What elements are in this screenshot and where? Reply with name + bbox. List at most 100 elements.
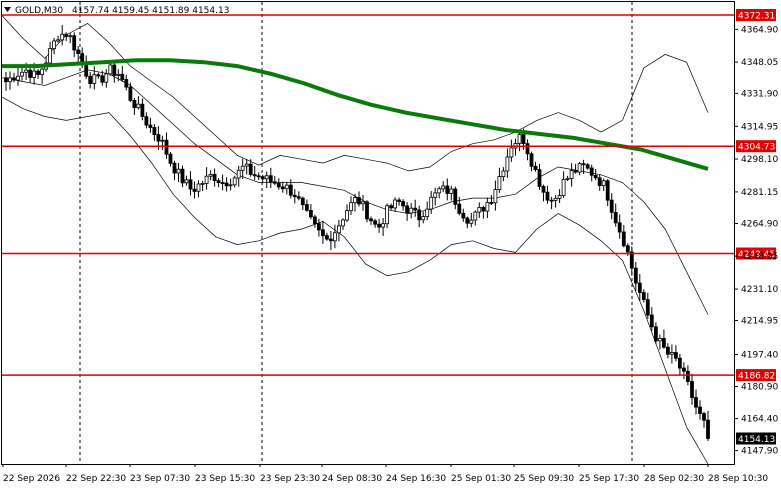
bear-candle xyxy=(694,397,698,408)
bear-candle xyxy=(220,182,225,185)
bull-candle xyxy=(670,352,674,355)
bull-candle xyxy=(561,178,566,196)
current-price-tag: 4154.13 xyxy=(736,432,776,445)
bull-candle xyxy=(477,206,482,213)
y-tick-label: 4231.10 xyxy=(741,285,778,295)
bull-candle xyxy=(136,103,141,109)
bull-candle xyxy=(208,173,213,177)
bear-candle xyxy=(316,223,321,231)
bull-candle xyxy=(200,182,205,185)
bull-candle xyxy=(184,179,189,184)
bear-candle xyxy=(84,63,89,77)
bull-candle xyxy=(284,184,289,190)
bull-candle xyxy=(658,337,662,342)
bear-candle xyxy=(537,169,542,187)
bear-candle xyxy=(365,201,369,220)
bear-candle xyxy=(481,206,486,212)
bear-candle xyxy=(401,201,406,207)
bear-candle xyxy=(172,162,177,174)
bull-candle xyxy=(517,134,522,144)
bull-candle xyxy=(240,165,245,171)
y-tick-label: 4298.10 xyxy=(741,155,778,165)
bull-candle xyxy=(509,147,514,158)
bear-candle xyxy=(369,218,373,222)
bull-candle xyxy=(68,35,73,38)
bear-candle xyxy=(545,191,550,201)
bear-candle xyxy=(260,176,265,180)
bull-candle xyxy=(381,223,386,228)
symbol-label: GOLD,M30 xyxy=(15,6,63,16)
bear-candle xyxy=(549,199,554,202)
bear-candle xyxy=(678,357,682,369)
bear-candle xyxy=(216,180,221,184)
bear-candle xyxy=(124,79,129,88)
bull-candle xyxy=(104,73,109,83)
bull-candle xyxy=(421,216,426,221)
bear-candle xyxy=(641,292,646,300)
bear-candle xyxy=(686,370,690,382)
bear-candle xyxy=(304,204,309,211)
bear-candle xyxy=(489,202,494,204)
bull-candle xyxy=(176,168,181,174)
bear-candle xyxy=(248,163,253,175)
bull-candle xyxy=(601,180,606,187)
bull-candle xyxy=(345,210,349,221)
bear-candle xyxy=(605,180,610,201)
bull-candle xyxy=(361,201,365,205)
bull-candle xyxy=(40,68,44,75)
bear-candle xyxy=(629,251,634,269)
bear-candle xyxy=(100,75,105,83)
bear-candle xyxy=(357,197,361,205)
bear-candle xyxy=(698,406,702,414)
bear-candle xyxy=(541,185,546,193)
y-tick-label: 4197.40 xyxy=(741,351,778,361)
bull-candle xyxy=(20,71,24,77)
chart-canvas[interactable]: 4372.314304.734249.454186.82 4364.904348… xyxy=(0,0,781,489)
y-tick-label: 4214.95 xyxy=(741,317,778,327)
bear-candle xyxy=(613,211,618,224)
bull-candle xyxy=(336,225,341,234)
bear-candle xyxy=(373,220,378,225)
bear-candle xyxy=(112,64,117,76)
x-tick-label: 28 Sep 02:30 xyxy=(644,474,704,484)
bull-candle xyxy=(409,207,414,214)
bear-candle xyxy=(64,33,69,37)
bull-candle xyxy=(449,188,454,194)
bear-candle xyxy=(28,69,33,78)
bear-candle xyxy=(581,163,586,166)
bear-candle xyxy=(645,299,650,316)
bull-candle xyxy=(16,75,20,81)
x-tick-label: 22 Sep 2026 xyxy=(3,474,60,484)
bear-candle xyxy=(308,209,313,218)
bull-candle xyxy=(236,169,241,179)
bull-candle xyxy=(425,208,430,218)
bear-candle xyxy=(268,175,273,183)
bear-candle xyxy=(148,124,153,128)
bull-candle xyxy=(264,175,269,180)
y-tick-label: 4180.90 xyxy=(741,383,778,393)
bull-candle xyxy=(56,39,60,42)
bull-candle xyxy=(557,195,562,199)
bear-candle xyxy=(296,196,301,199)
x-tick-label: 24 Sep 16:30 xyxy=(386,474,446,484)
bull-candle xyxy=(32,70,36,78)
bear-candle xyxy=(164,139,169,155)
x-tick-label: 28 Sep 10:30 xyxy=(708,474,768,484)
y-tick-label: 4164.40 xyxy=(741,415,778,425)
current-price-label: 4154.13 xyxy=(738,435,775,445)
level-label: 4372.31 xyxy=(738,12,775,22)
bear-candle xyxy=(690,381,694,398)
x-tick-label: 25 Sep 01:30 xyxy=(451,474,511,484)
bull-candle xyxy=(52,40,56,49)
bear-candle xyxy=(589,167,594,176)
x-tick-label: 22 Sep 22:30 xyxy=(66,474,126,484)
bull-candle xyxy=(501,170,506,177)
bear-candle xyxy=(132,100,137,109)
y-tick-label: 4348.05 xyxy=(741,58,778,68)
bear-candle xyxy=(224,182,229,187)
bear-candle xyxy=(4,77,8,83)
bull-candle xyxy=(60,33,65,41)
y-tick-label: 4331.90 xyxy=(741,89,778,99)
x-tick-label: 23 Sep 23:30 xyxy=(260,474,320,484)
bull-candle xyxy=(332,232,337,242)
